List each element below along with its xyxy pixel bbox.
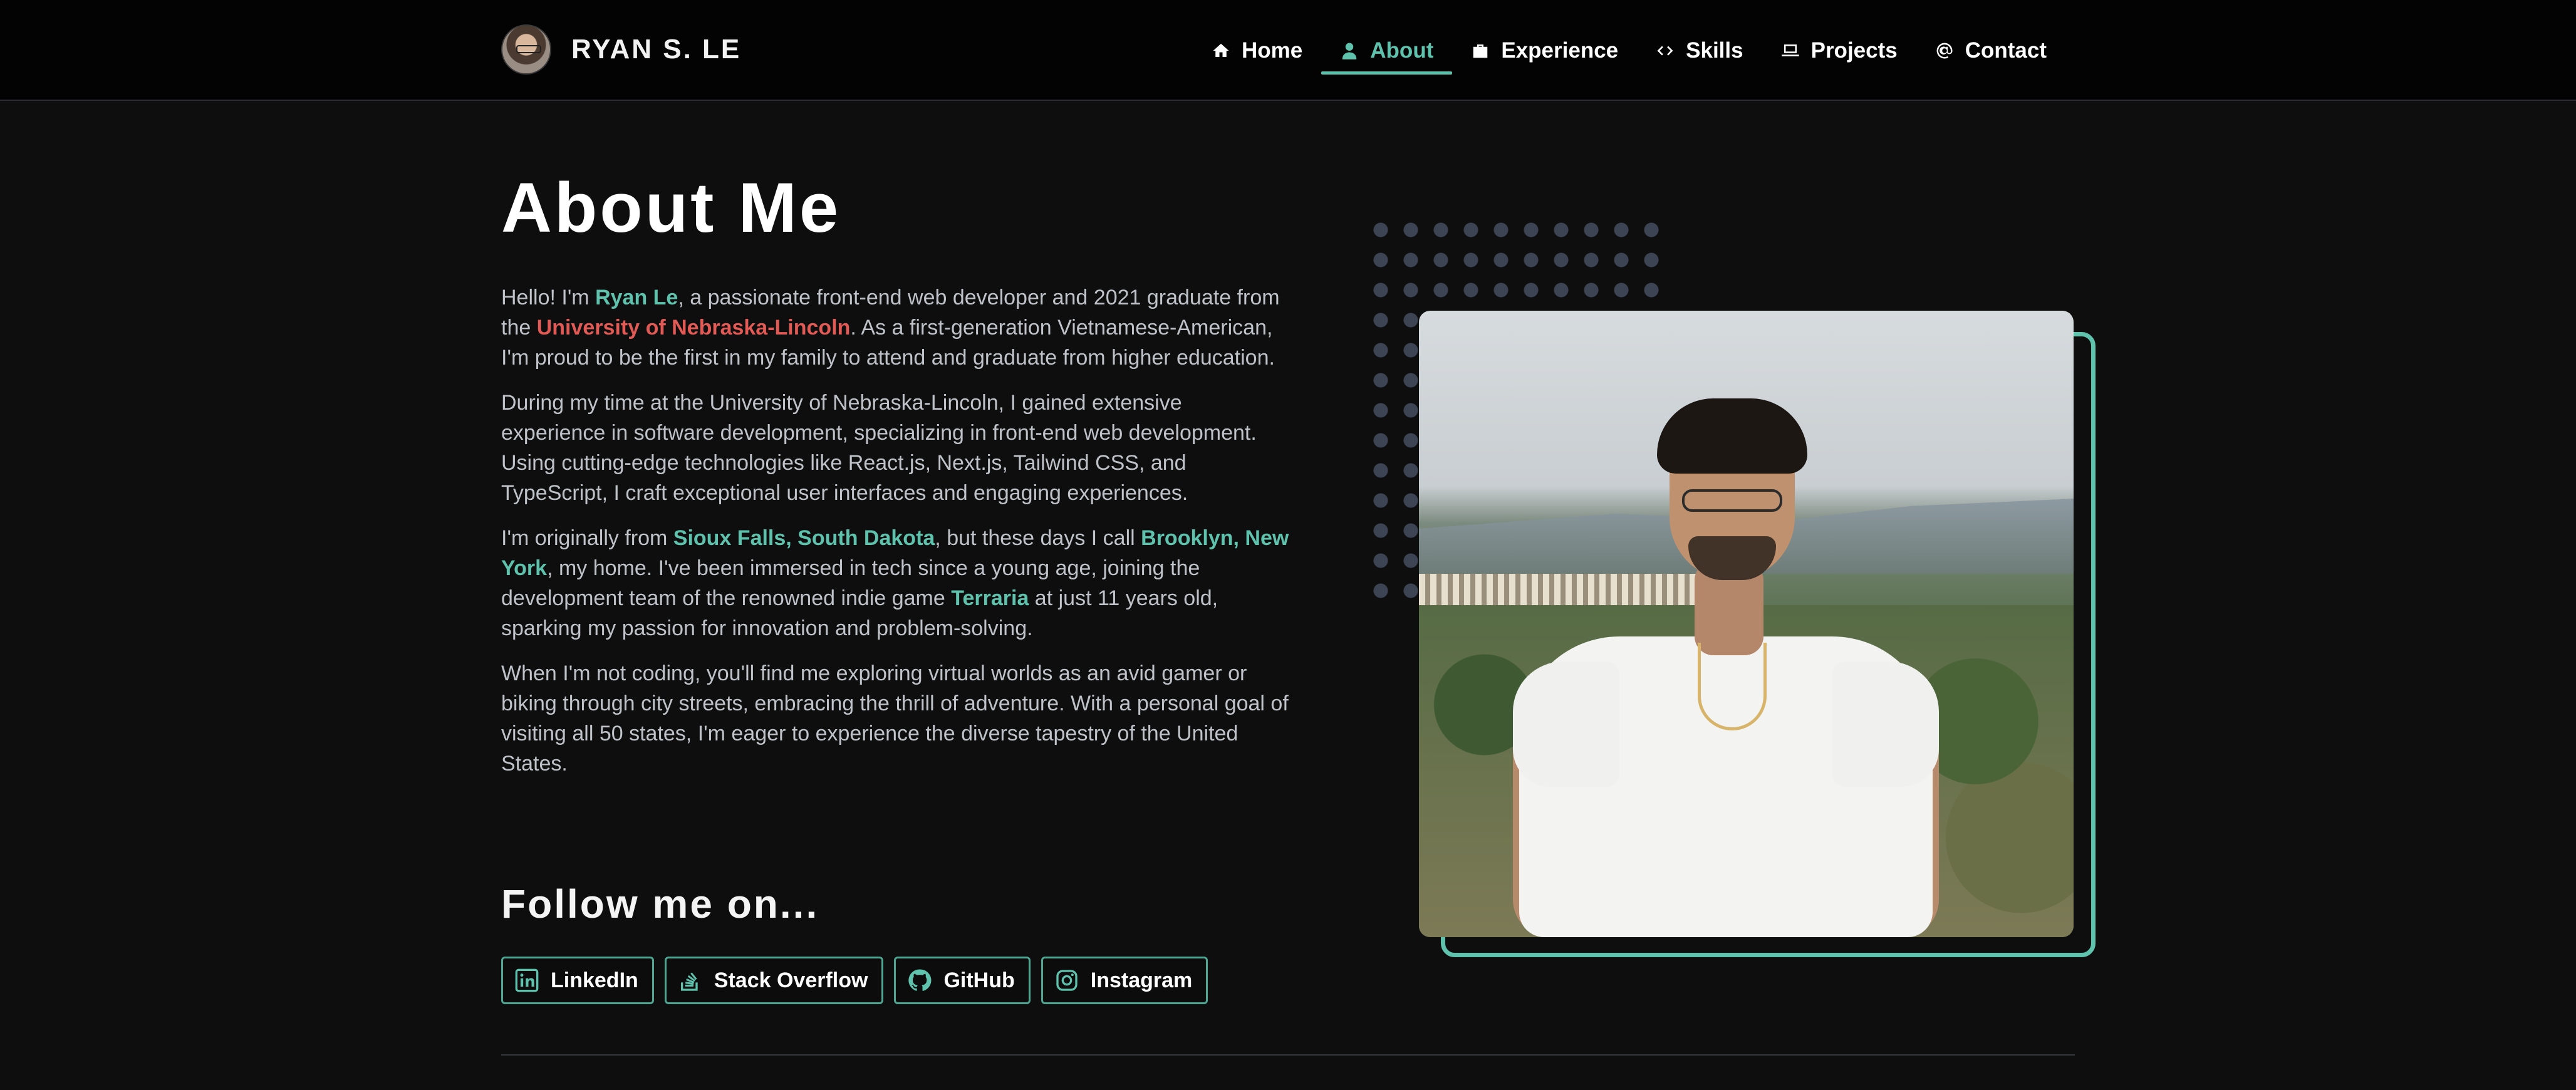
name-highlight: Ryan Le [595,286,678,309]
at-icon [1936,43,1953,58]
social-label: LinkedIn [551,968,638,992]
nav-item-label: Projects [1810,38,1898,63]
laptop-icon [1781,44,1799,56]
linkedin-button[interactable]: LinkedIn [501,957,654,1004]
brand-name: RYAN S. LE [571,34,742,65]
nav-item-experience[interactable]: Experience [1452,0,1637,101]
photo-hair [1657,398,1807,474]
nav-menu: Home About Experience Skills Projects Co… [1193,0,2065,101]
nav-item-projects[interactable]: Projects [1762,0,1916,101]
follow-title: Follow me on... [501,881,819,926]
nav-item-label: About [1370,38,1434,63]
text: I'm originally from [501,526,673,550]
social-label: Stack Overflow [714,968,868,992]
bio: Hello! I'm Ryan Le, a passionate front-e… [501,283,1291,794]
bio-paragraph-2: During my time at the University of Nebr… [501,391,1257,505]
home-icon [1213,43,1229,57]
github-icon [908,969,932,991]
social-label: Instagram [1090,968,1193,992]
stackoverflow-icon [680,972,698,991]
brand[interactable]: RYAN S. LE [501,24,741,75]
profile-photo [1419,311,2074,937]
nav-item-about[interactable]: About [1321,0,1453,101]
nav-item-label: Contact [1965,38,2047,63]
nav-item-skills[interactable]: Skills [1637,0,1762,101]
instagram-icon [1056,970,1078,991]
social-links: LinkedIn Stack Overflow GitHub Instagram [501,957,1208,1004]
photo-sleeve [1513,662,1619,787]
bio-paragraph-4: When I'm not coding, you'll find me expl… [501,662,1289,776]
bio-paragraph-3: I'm originally from Sioux Falls, South D… [501,523,1291,643]
user-icon [1343,43,1357,60]
top-navbar: RYAN S. LE Home About Experience Skills … [0,0,2576,101]
photo-glasses [1682,489,1782,512]
instagram-button[interactable]: Instagram [1041,957,1208,1004]
text: , but these days I call [935,526,1141,550]
nav-item-label: Skills [1686,38,1743,63]
nav-item-contact[interactable]: Contact [1916,0,2065,101]
bio-paragraph-1: Hello! I'm Ryan Le, a passionate front-e… [501,283,1291,373]
briefcase-icon [1473,44,1488,58]
linkedin-icon [515,968,539,992]
hometown-highlight: Sioux Falls, South Dakota [673,526,935,550]
photo-chain [1698,643,1767,730]
github-button[interactable]: GitHub [894,957,1031,1004]
stackoverflow-button[interactable]: Stack Overflow [664,957,884,1004]
code-icon [1657,46,1673,55]
nav-item-label: Experience [1501,38,1619,63]
about-section: About Me Hello! I'm Ryan Le, a passionat… [501,101,2096,1090]
social-label: GitHub [943,968,1015,992]
page-title: About Me [501,169,841,247]
photo-sleeve [1832,662,1939,787]
nav-item-home[interactable]: Home [1193,0,1321,101]
game-highlight: Terraria [951,586,1029,610]
text: Hello! I'm [501,286,596,309]
nav-item-label: Home [1242,38,1303,63]
section-divider [501,1054,2075,1056]
avatar [501,24,551,75]
school-highlight: University of Nebraska-Lincoln [536,316,851,340]
